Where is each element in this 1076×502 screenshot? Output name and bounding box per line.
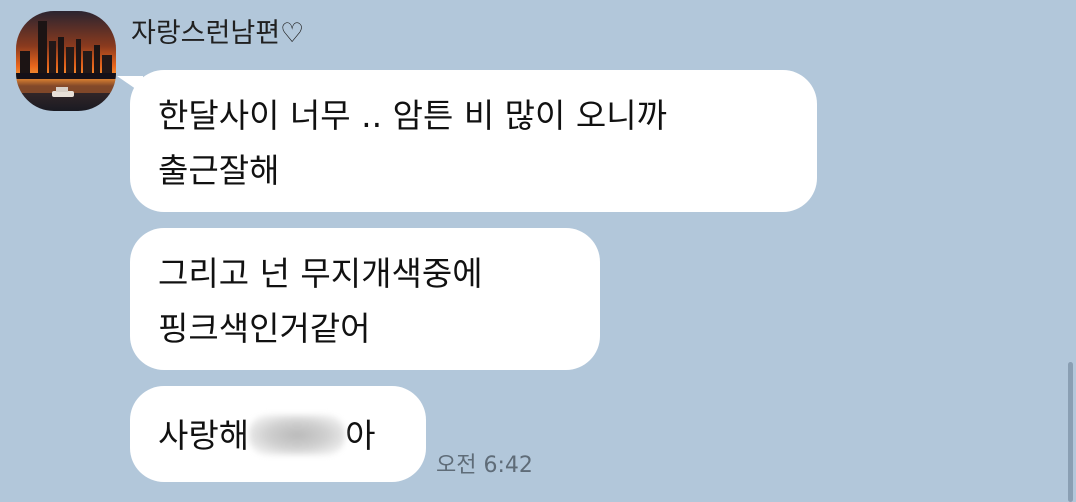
- scrollbar[interactable]: [1068, 362, 1073, 502]
- message-text-start: 사랑해: [158, 416, 250, 455]
- message-line: 그리고 넌 무지개색중에: [158, 254, 483, 293]
- message-bubble[interactable]: 사랑해 아: [130, 386, 426, 482]
- city-sunset-avatar-icon: [16, 11, 116, 111]
- sender-name: 자랑스런남편♡: [131, 18, 305, 49]
- message-bubble[interactable]: 그리고 넌 무지개색중에 핑크색인거같어: [130, 228, 600, 370]
- message-bubble[interactable]: 한달사이 너무 .. 암튼 비 많이 오니까 출근잘해: [117, 70, 817, 212]
- message-line: 한달사이 너무 .. 암튼 비 많이 오니까: [158, 96, 667, 135]
- message-line: 사랑해 아: [158, 408, 398, 463]
- message-text-end: 아: [345, 416, 376, 455]
- message-timestamp: 오전 6:42: [436, 453, 533, 478]
- message-line: 출근잘해: [158, 151, 280, 190]
- message-line: 핑크색인거같어: [158, 309, 371, 348]
- blurred-name-redaction: [249, 414, 346, 455]
- profile-avatar[interactable]: [16, 11, 116, 111]
